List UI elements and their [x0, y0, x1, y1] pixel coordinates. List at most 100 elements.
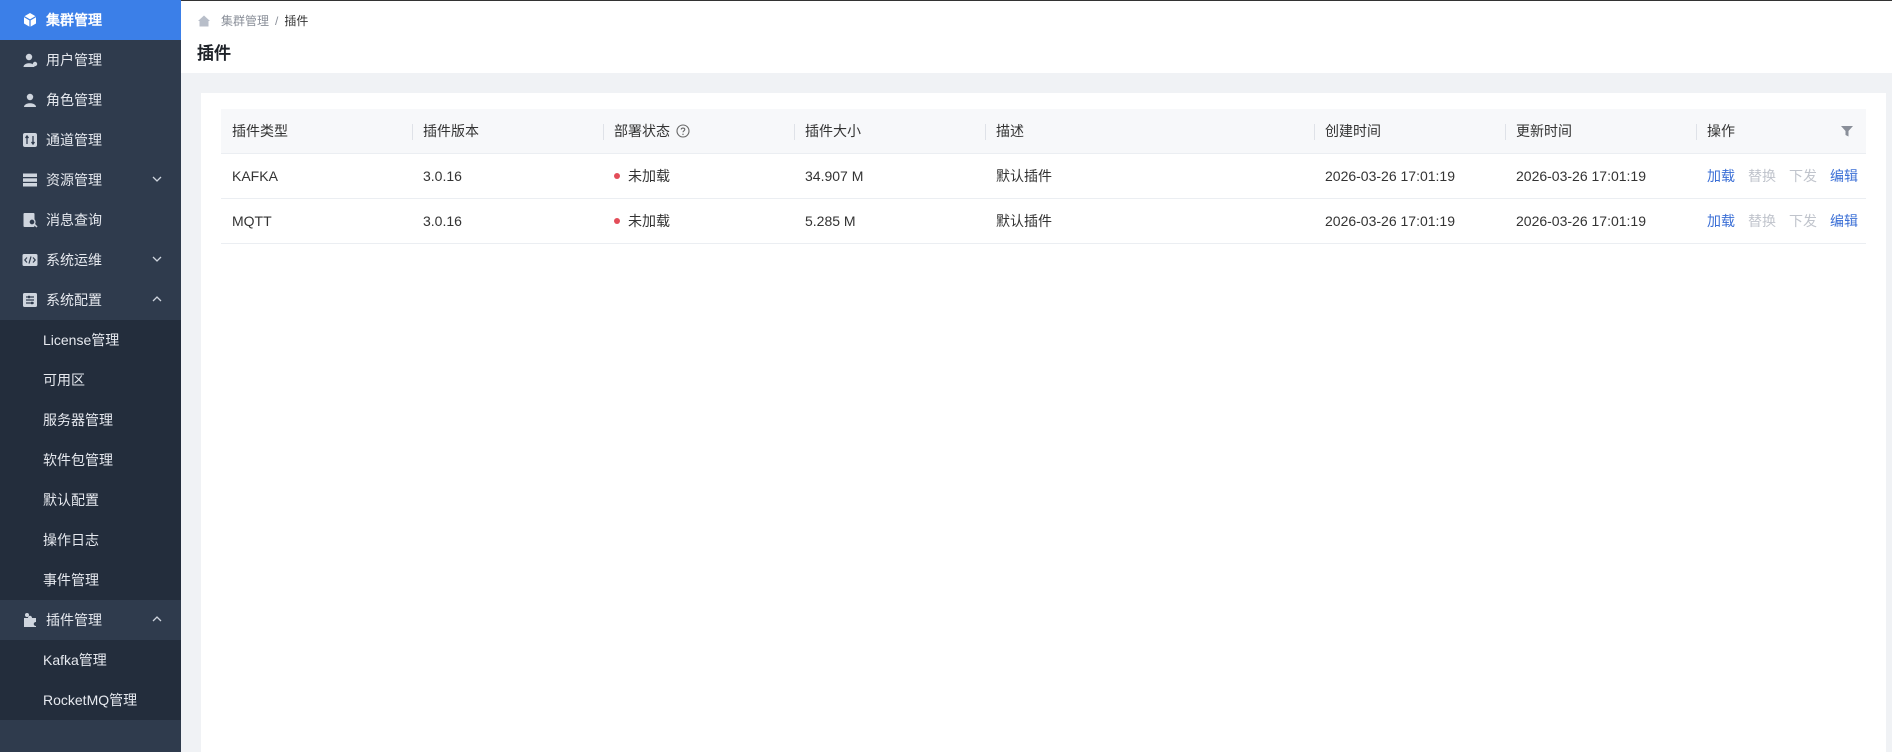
- cell-created: 2026-03-26 17:01:19: [1325, 168, 1455, 184]
- channel-icon: [22, 132, 38, 148]
- cell-status: 未加载: [603, 199, 794, 243]
- sidebar-item-label: 插件管理: [46, 612, 102, 628]
- table-row: KAFKA 3.0.16 未加载 34.907 M 默认插件 2026-03-2…: [221, 154, 1866, 199]
- breadcrumb: 集群管理 / 插件: [197, 12, 308, 29]
- sidebar-item-label: 系统运维: [46, 252, 102, 268]
- config-icon: [22, 292, 38, 308]
- main-area: 集群管理 / 插件 插件 插件类型 插件版本 部署状态 插件大小 描述 创建时间…: [181, 0, 1892, 752]
- load-button[interactable]: 加载: [1707, 211, 1735, 231]
- chevron-up-icon: [152, 296, 162, 302]
- sidebar-item-label: 角色管理: [46, 92, 102, 108]
- sidebar-item-label: 资源管理: [46, 172, 102, 188]
- load-button[interactable]: 加载: [1707, 166, 1735, 186]
- cell-size: 34.907 M: [805, 168, 864, 184]
- cell-size: 5.285 M: [805, 213, 856, 229]
- column-header: 描述: [985, 109, 1314, 153]
- sidebar-item-availability-zone[interactable]: 可用区: [0, 360, 181, 400]
- sidebar-item-plugin-management[interactable]: 插件管理: [0, 600, 181, 640]
- replace-button[interactable]: 替换: [1748, 211, 1776, 231]
- sidebar-item-label: Kafka管理: [43, 652, 107, 668]
- sidebar-item-system-config[interactable]: 系统配置: [0, 280, 181, 320]
- breadcrumb-separator: /: [275, 13, 279, 28]
- edit-button[interactable]: 编辑: [1830, 166, 1858, 186]
- cell-actions: 加载 替换 下发 编辑: [1696, 154, 1866, 198]
- sidebar-item-ops[interactable]: 系统运维: [0, 240, 181, 280]
- sidebar-item-users[interactable]: 用户管理: [0, 40, 181, 80]
- question-circle-icon[interactable]: [676, 124, 690, 138]
- sidebar-item-label: 操作日志: [43, 532, 99, 548]
- sidebar-item-label: 用户管理: [46, 52, 102, 68]
- cell-type: KAFKA: [232, 168, 278, 184]
- sidebar-item-label: 默认配置: [43, 492, 99, 508]
- plugin-submenu: Kafka管理 RocketMQ管理: [0, 640, 181, 720]
- page-header: 集群管理 / 插件 插件: [181, 0, 1892, 73]
- cell-version: 3.0.16: [423, 168, 462, 184]
- table-header: 插件类型 插件版本 部署状态 插件大小 描述 创建时间 更新时间 操作: [221, 109, 1866, 154]
- sidebar-item-operation-log[interactable]: 操作日志: [0, 520, 181, 560]
- cell-type: MQTT: [232, 213, 272, 229]
- breadcrumb-parent[interactable]: 集群管理: [221, 12, 269, 29]
- cell-updated: 2026-03-26 17:01:19: [1516, 213, 1646, 229]
- chevron-down-icon: [152, 256, 162, 262]
- sidebar-item-label: 事件管理: [43, 572, 99, 588]
- cell-status: 未加载: [603, 154, 794, 198]
- column-header: 插件版本: [412, 109, 603, 153]
- server-icon: [22, 172, 38, 188]
- breadcrumb-current: 插件: [284, 14, 309, 28]
- sidebar-item-label: 集群管理: [46, 12, 102, 28]
- sidebar-item-cluster[interactable]: 集群管理: [0, 0, 181, 40]
- user-icon: [22, 52, 38, 68]
- deploy-button[interactable]: 下发: [1789, 211, 1817, 231]
- sidebar: 集群管理 用户管理 角色管理 通道管理 资源管理 消息查询 系统运维 系统配置 …: [0, 0, 181, 752]
- system-config-submenu: License管理 可用区 服务器管理 软件包管理 默认配置 操作日志 事件管理: [0, 320, 181, 600]
- plugin-icon: [22, 612, 38, 628]
- sidebar-item-label: 可用区: [43, 372, 85, 388]
- sidebar-item-label: 服务器管理: [43, 412, 113, 428]
- sidebar-item-message-query[interactable]: 消息查询: [0, 200, 181, 240]
- cube-icon: [22, 12, 38, 28]
- plugin-table: 插件类型 插件版本 部署状态 插件大小 描述 创建时间 更新时间 操作 KAFK…: [221, 109, 1866, 244]
- status-text: 未加载: [628, 168, 670, 184]
- sidebar-item-server-management[interactable]: 服务器管理: [0, 400, 181, 440]
- cell-actions: 加载 替换 下发 编辑: [1696, 199, 1866, 243]
- sidebar-item-label: 通道管理: [46, 132, 102, 148]
- cell-version: 3.0.16: [423, 213, 462, 229]
- sidebar-item-kafka[interactable]: Kafka管理: [0, 640, 181, 680]
- sidebar-menu: 集群管理 用户管理 角色管理 通道管理 资源管理 消息查询 系统运维 系统配置 …: [0, 0, 181, 720]
- sidebar-item-channels[interactable]: 通道管理: [0, 120, 181, 160]
- cell-created: 2026-03-26 17:01:19: [1325, 213, 1455, 229]
- sidebar-item-label: 系统配置: [46, 292, 102, 308]
- edit-button[interactable]: 编辑: [1830, 211, 1858, 231]
- table-row: MQTT 3.0.16 未加载 5.285 M 默认插件 2026-03-26 …: [221, 199, 1866, 244]
- sidebar-item-label: License管理: [43, 332, 120, 348]
- deploy-button[interactable]: 下发: [1789, 166, 1817, 186]
- sidebar-item-roles[interactable]: 角色管理: [0, 80, 181, 120]
- status-dot: [614, 218, 620, 224]
- chevron-down-icon: [152, 176, 162, 182]
- status-text: 未加载: [628, 213, 670, 229]
- chevron-up-icon: [152, 616, 162, 622]
- cell-description: 默认插件: [996, 213, 1052, 229]
- cell-updated: 2026-03-26 17:01:19: [1516, 168, 1646, 184]
- column-header-status: 部署状态: [603, 109, 794, 153]
- sidebar-item-package-management[interactable]: 软件包管理: [0, 440, 181, 480]
- sidebar-item-license[interactable]: License管理: [0, 320, 181, 360]
- filter-icon[interactable]: [1840, 124, 1854, 138]
- code-icon: [22, 252, 38, 268]
- sidebar-item-label: RocketMQ管理: [43, 692, 138, 708]
- home-icon[interactable]: [197, 14, 211, 28]
- sidebar-item-default-config[interactable]: 默认配置: [0, 480, 181, 520]
- sidebar-item-resources[interactable]: 资源管理: [0, 160, 181, 200]
- column-header: 更新时间: [1505, 109, 1696, 153]
- page-title: 插件: [197, 44, 231, 63]
- cell-description: 默认插件: [996, 168, 1052, 184]
- sidebar-item-label: 软件包管理: [43, 452, 113, 468]
- sidebar-item-event-management[interactable]: 事件管理: [0, 560, 181, 600]
- sidebar-item-label: 消息查询: [46, 212, 102, 228]
- message-search-icon: [22, 212, 38, 228]
- column-header: 插件大小: [794, 109, 985, 153]
- replace-button[interactable]: 替换: [1748, 166, 1776, 186]
- role-icon: [22, 92, 38, 108]
- sidebar-item-rocketmq[interactable]: RocketMQ管理: [0, 680, 181, 720]
- column-header-label: 部署状态: [614, 123, 670, 139]
